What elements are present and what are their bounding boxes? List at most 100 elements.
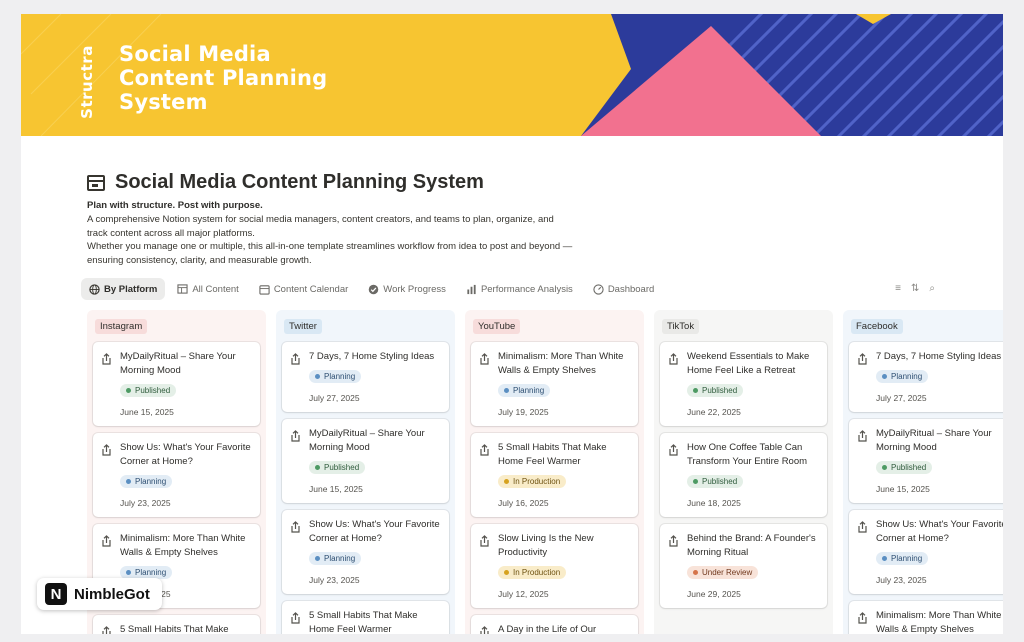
status-label: Planning	[324, 372, 356, 381]
banner-title: Social Media Content Planning System	[119, 42, 327, 114]
card-title: Show Us: What's Your Favorite Corner at …	[120, 442, 251, 467]
content-card[interactable]: Minimalism: More Than White Walls & Empt…	[471, 342, 638, 426]
board-column-youtube: YouTube Minimalism: More Than White Walls…	[465, 310, 644, 634]
card-date: July 27, 2025	[309, 393, 360, 403]
tab-work-progress[interactable]: Work Progress	[360, 278, 454, 300]
status-label: In Production	[513, 568, 561, 577]
status-dot	[504, 479, 509, 484]
card-date: July 23, 2025	[120, 498, 171, 508]
content-card[interactable]: 7 Days, 7 Home Styling Ideas Planning July…	[849, 342, 1003, 412]
content-card[interactable]: Show Us: What's Your Favorite Corner at …	[282, 510, 449, 594]
content-card[interactable]: Show Us: What's Your Favorite Corner at …	[93, 433, 260, 517]
content-card[interactable]: 7 Days, 7 Home Styling Ideas Planning July…	[282, 342, 449, 412]
status-badge: Under Review	[687, 566, 759, 579]
content-card[interactable]: Behind the Brand: A Founder's Morning Ri…	[660, 524, 827, 608]
status-dot	[693, 570, 698, 575]
card-date: June 18, 2025	[687, 498, 741, 508]
card-body: Minimalism: More Than White Walls & Empt…	[498, 350, 630, 417]
page-frame: Structra Social Media Content Planning S…	[21, 14, 1003, 634]
card-date: July 27, 2025	[876, 393, 927, 403]
check-circle-icon	[368, 284, 379, 295]
view-tabs: By Platform All Content Content Calendar Wo…	[81, 278, 662, 300]
column-label: TikTok	[662, 319, 700, 334]
card-body: Weekend Essentials to Make Home Feel Lik…	[687, 350, 819, 417]
card-title: Show Us: What's Your Favorite Corner at …	[876, 519, 1003, 544]
status-badge: Planning	[309, 552, 362, 565]
kanban-board: Instagram MyDailyRitual – Share Your Morn…	[87, 310, 1003, 634]
tab-all-content[interactable]: All Content	[169, 278, 246, 300]
description-line: Whether you manage one or multiple, this…	[87, 241, 573, 252]
share-icon	[479, 443, 490, 456]
share-icon	[290, 352, 301, 365]
card-title: 5 Small Habits That Make Home Feel Warme…	[120, 624, 229, 634]
content-card[interactable]: Show Us: What's Your Favorite Corner at …	[849, 510, 1003, 594]
card-title: Minimalism: More Than White Walls & Empt…	[120, 533, 246, 558]
card-body: How One Coffee Table Can Transform Your …	[687, 441, 819, 508]
tab-label: Content Calendar	[273, 283, 349, 295]
card-body: MyDailyRitual – Share Your Morning Mood P…	[120, 350, 252, 417]
description-line: ensuring consistency, clarity, and measu…	[87, 254, 312, 266]
search-icon[interactable]: ⌕	[929, 283, 935, 294]
brand-wordmark: Structra	[78, 45, 96, 119]
content-card[interactable]: Weekend Essentials to Make Home Feel Lik…	[660, 342, 827, 426]
card-title: MyDailyRitual – Share Your Morning Mood	[120, 351, 236, 376]
share-icon	[290, 429, 301, 442]
content-card[interactable]: 5 Small Habits That Make Home Feel Warme…	[93, 615, 260, 634]
content-card[interactable]: MyDailyRitual – Share Your Morning Mood P…	[282, 419, 449, 503]
status-dot	[504, 388, 509, 393]
tab-label: Performance Analysis	[480, 283, 573, 295]
tab-content-calendar[interactable]: Content Calendar	[251, 278, 356, 300]
content-card[interactable]: How One Coffee Table Can Transform Your …	[660, 433, 827, 517]
tab-performance-analysis[interactable]: Performance Analysis	[458, 278, 581, 300]
tab-label: Work Progress	[383, 283, 446, 295]
status-badge: Published	[120, 384, 177, 397]
card-body: Behind the Brand: A Founder's Morning Ri…	[687, 532, 819, 599]
card-body: Minimalism: More Than White Walls & Empt…	[876, 609, 1003, 634]
share-icon	[290, 520, 301, 533]
card-body: MyDailyRitual – Share Your Morning Mood P…	[309, 427, 441, 494]
column-label: Instagram	[95, 319, 148, 334]
tagline: Plan with structure. Post with purpose.	[87, 200, 263, 211]
tab-by-platform[interactable]: By Platform	[81, 278, 166, 300]
filter-icon[interactable]: ≡	[895, 283, 901, 294]
status-badge: In Production	[498, 475, 567, 488]
content-card[interactable]: A Day in the Life of Our Signature Scent	[471, 615, 638, 634]
card-date: June 15, 2025	[120, 407, 174, 417]
content-card[interactable]: Minimalism: More Than White Walls & Empt…	[849, 601, 1003, 634]
card-date: July 19, 2025	[498, 407, 549, 417]
share-icon	[668, 443, 679, 456]
sort-icon[interactable]: ⇅	[911, 283, 919, 294]
description-line: track content across all major platforms…	[87, 227, 255, 239]
content-card[interactable]: 5 Small Habits That Make Home Feel Warme…	[282, 601, 449, 634]
card-date: June 15, 2025	[876, 484, 930, 494]
status-dot	[882, 465, 887, 470]
content-card[interactable]: 5 Small Habits That Make Home Feel Warme…	[471, 433, 638, 517]
card-title: Show Us: What's Your Favorite Corner at …	[309, 519, 440, 544]
banner-title-line: Social Media	[119, 42, 271, 66]
share-icon	[101, 534, 112, 547]
tab-dashboard[interactable]: Dashboard	[585, 278, 662, 300]
card-body: 5 Small Habits That Make Home Feel Warme…	[498, 441, 630, 508]
status-label: In Production	[513, 477, 561, 486]
card-date: July 23, 2025	[876, 575, 927, 585]
status-badge: Published	[309, 461, 366, 474]
content-card[interactable]: MyDailyRitual – Share Your Morning Mood P…	[93, 342, 260, 426]
content-card[interactable]: Slow Living Is the New Productivity In Pr…	[471, 524, 638, 608]
status-badge: Published	[687, 475, 744, 488]
status-label: Planning	[513, 386, 545, 395]
card-title: Weekend Essentials to Make Home Feel Lik…	[687, 351, 810, 376]
content-card[interactable]: MyDailyRitual – Share Your Morning Mood P…	[849, 419, 1003, 503]
status-label: Planning	[324, 554, 356, 563]
status-label: Published	[324, 463, 360, 472]
status-label: Published	[135, 386, 171, 395]
card-title: 7 Days, 7 Home Styling Ideas	[309, 351, 435, 362]
status-label: Published	[702, 386, 738, 395]
card-body: Show Us: What's Your Favorite Corner at …	[309, 518, 441, 585]
status-dot	[126, 479, 131, 484]
status-dot	[504, 570, 509, 575]
share-icon	[290, 611, 301, 624]
status-dot	[693, 388, 698, 393]
share-icon	[479, 625, 490, 634]
status-label: Published	[891, 463, 927, 472]
status-dot	[126, 388, 131, 393]
